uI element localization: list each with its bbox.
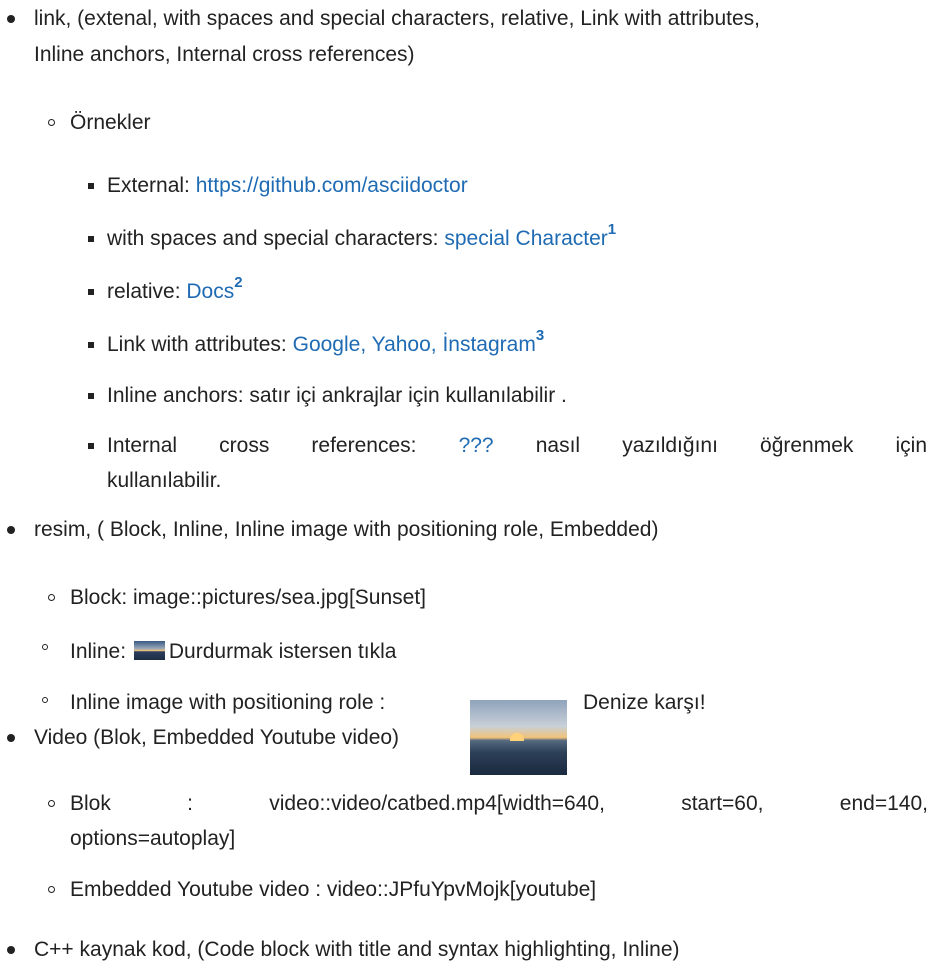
list-item-link-line2: Inline anchors, Internal cross reference… <box>34 43 415 66</box>
list-item-attributes: Link with attributes: Google, Yahoo, İns… <box>107 328 544 358</box>
bullet <box>7 15 15 23</box>
inline-text: Durdurmak istersen tıkla <box>168 640 397 663</box>
bullet <box>88 289 94 295</box>
xref-suffix: nasıl yazıldığını öğrenmek için <box>535 434 927 457</box>
sub-item-inline: Inline: Durdurmak istersen tıkla <box>70 639 396 665</box>
list-item-resim: resim, ( Block, Inline, Inline image wit… <box>34 518 659 541</box>
sub-item-blok: Blok : video::video/catbed.mp4[width=640… <box>70 791 928 817</box>
blok-label: Blok <box>70 792 111 815</box>
bullet <box>88 393 94 399</box>
list-item-external: External: https://github.com/asciidoctor <box>107 173 468 199</box>
list-item-special: with spaces and special characters: spec… <box>107 222 616 252</box>
list-item-cpp: C++ kaynak kod, (Code block with title a… <box>34 938 680 961</box>
sub-item-ornekler: Örnekler <box>70 111 151 134</box>
sunset-thumbnail[interactable] <box>133 641 165 660</box>
xref-link[interactable]: ??? <box>459 434 494 457</box>
external-link[interactable]: https://github.com/asciidoctor <box>196 174 468 197</box>
bullet <box>88 183 94 189</box>
list-item-xref-line2: kullanılabilir. <box>107 469 222 492</box>
list-item-relative: relative: Docs2 <box>107 275 243 305</box>
bullet <box>42 644 48 650</box>
bullet <box>88 443 94 449</box>
docs-link[interactable]: Docs <box>186 280 234 303</box>
special-label: with spaces and special characters: <box>107 227 439 250</box>
bullet <box>48 886 55 893</box>
attributes-label: Link with attributes: <box>107 333 287 356</box>
relative-label: relative: <box>107 280 181 303</box>
sea-image <box>470 700 567 775</box>
blok-colon: : <box>187 792 193 815</box>
list-item-xref: Internal cross references: ??? nasıl yaz… <box>107 433 927 459</box>
sub-item-block: Block: image::pictures/sea.jpg[Sunset] <box>70 586 427 609</box>
list-item-video: Video (Blok, Embedded Youtube video) <box>34 726 400 749</box>
bullet <box>88 236 94 242</box>
sub-item-embedded: Embedded Youtube video : video::JPfuYpvM… <box>70 878 597 901</box>
bullet <box>7 734 15 742</box>
sub-item-blok-line2: options=autoplay] <box>70 827 236 850</box>
bullet <box>48 119 55 126</box>
bullet <box>42 697 48 703</box>
sub-item-positioning-label: Inline image with positioning role : <box>70 691 386 714</box>
external-label: External: <box>107 174 190 197</box>
footnote-ref-1[interactable]: 1 <box>608 221 616 238</box>
bullet <box>7 526 15 534</box>
blok-part1: video::video/catbed.mp4[width=640, <box>269 792 605 815</box>
list-item-anchors: Inline anchors: satır içi ankrajlar için… <box>107 384 567 407</box>
list-item-link-line1: link, (extenal, with spaces and special … <box>34 7 761 30</box>
bullet <box>48 800 55 807</box>
bullet <box>48 594 55 601</box>
footnote-ref-3[interactable]: 3 <box>536 327 544 344</box>
blok-part3: end=140, <box>839 792 928 815</box>
special-character-link[interactable]: special Character <box>444 227 607 250</box>
blok-part2: start=60, <box>681 792 764 815</box>
attributes-link[interactable]: Google, Yahoo, İnstagram <box>293 333 536 356</box>
inline-label: Inline: <box>70 640 127 663</box>
bullet <box>88 342 94 348</box>
footnote-ref-2[interactable]: 2 <box>234 274 242 291</box>
bullet <box>7 946 15 954</box>
sub-item-positioning-text: Denize karşı! <box>583 691 706 714</box>
xref-prefix: Internal cross references: <box>107 434 417 457</box>
